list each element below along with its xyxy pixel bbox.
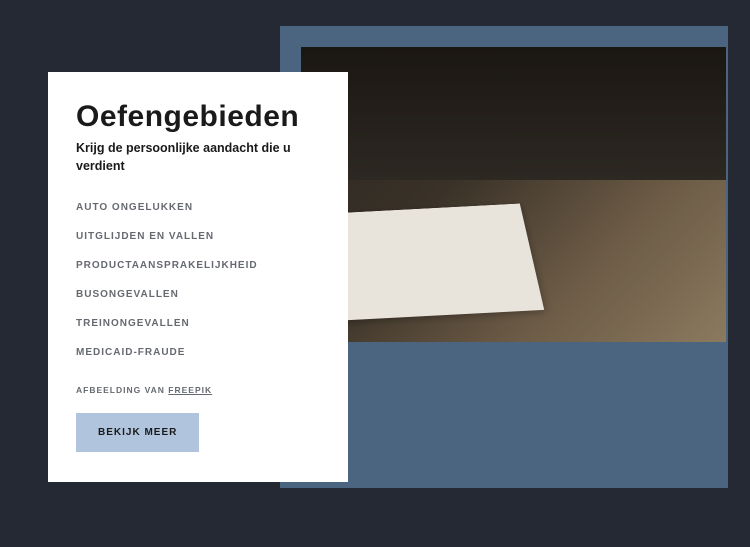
practice-areas-card: Oefengebieden Krijg de persoonlijke aand… (48, 72, 348, 482)
practice-areas-list: AUTO ONGELUKKEN UITGLIJDEN EN VALLEN PRO… (76, 193, 320, 367)
attribution-link[interactable]: FREEPIK (168, 385, 212, 395)
list-item[interactable]: TREINONGEVALLEN (76, 309, 320, 338)
list-item[interactable]: AUTO ONGELUKKEN (76, 193, 320, 222)
list-item[interactable]: PRODUCTAANSPRAKELIJKHEID (76, 251, 320, 280)
card-subtitle: Krijg de persoonlijke aandacht die u ver… (76, 140, 320, 175)
list-item[interactable]: MEDICAID-FRAUDE (76, 338, 320, 367)
image-attribution: AFBEELDING VAN FREEPIK (76, 385, 320, 395)
hero-image (301, 47, 726, 342)
attribution-prefix: AFBEELDING VAN (76, 385, 168, 395)
list-item[interactable]: UITGLIJDEN EN VALLEN (76, 222, 320, 251)
list-item[interactable]: BUSONGEVALLEN (76, 280, 320, 309)
view-more-button[interactable]: BEKIJK MEER (76, 413, 199, 452)
card-title: Oefengebieden (76, 100, 320, 134)
